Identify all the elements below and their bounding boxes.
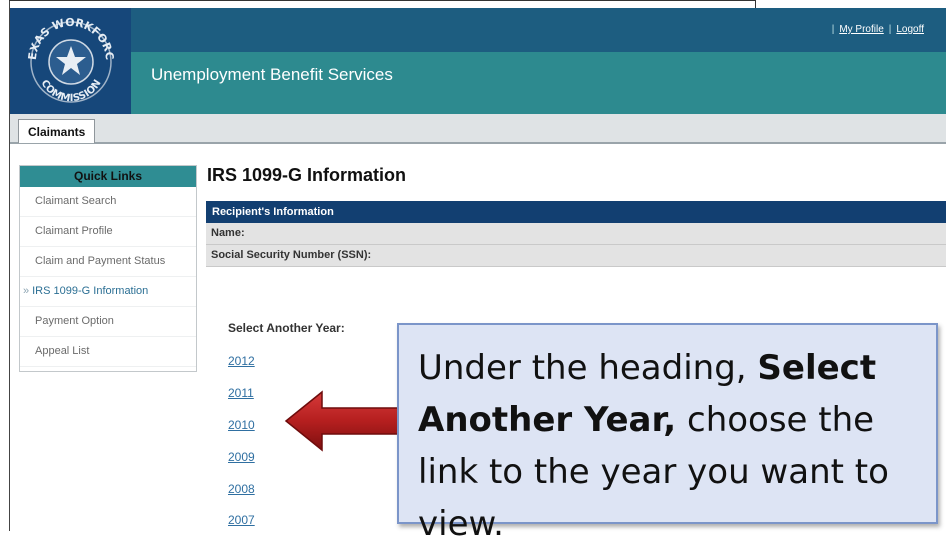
site-header: TEXAS WORKFORCE COMMISSION Unemployment … — [6, 0, 946, 114]
frame-divider — [755, 0, 756, 8]
year-link-2008[interactable]: 2008 — [228, 482, 255, 496]
frame-top-border — [9, 0, 755, 1]
tab-bar: Claimants — [10, 114, 946, 144]
recipient-ssn-row: Social Security Number (SSN): — [206, 245, 946, 267]
instruction-callout: Under the heading, Select Another Year, … — [397, 323, 938, 544]
quick-link-appeal-list[interactable]: Appeal List — [20, 337, 196, 367]
separator: | — [888, 24, 892, 35]
page-title: IRS 1099-G Information — [207, 165, 407, 185]
recipient-info-table: Recipient's Information Name: Social Sec… — [206, 201, 946, 267]
year-link-2007[interactable]: 2007 — [228, 513, 255, 527]
left-arrow-icon — [284, 390, 401, 452]
callout-text-part: Under the heading, — [418, 348, 758, 388]
year-link-2011[interactable]: 2011 — [228, 386, 254, 400]
quick-link-claimant-profile[interactable]: Claimant Profile — [20, 217, 196, 247]
seal-icon: TEXAS WORKFORCE COMMISSION — [6, 0, 116, 104]
logoff-link[interactable]: Logoff — [896, 24, 924, 35]
quick-link-payment-option[interactable]: Payment Option — [20, 307, 196, 337]
header-top-strip — [10, 8, 946, 52]
separator: | — [831, 24, 835, 35]
quick-links-title: Quick Links — [20, 166, 196, 187]
quick-link-irs-1099g[interactable]: » IRS 1099-G Information — [20, 277, 196, 307]
year-link-2010[interactable]: 2010 — [228, 418, 255, 432]
chevron-right-icon: » — [23, 285, 30, 297]
tab-claimants[interactable]: Claimants — [18, 119, 96, 143]
header-links: | My Profile | Logoff — [827, 24, 924, 35]
twc-logo[interactable]: TEXAS WORKFORCE COMMISSION — [6, 0, 131, 114]
quick-link-claimant-search[interactable]: Claimant Search — [20, 187, 196, 217]
recipient-info-header: Recipient's Information — [206, 201, 946, 223]
year-link-2009[interactable]: 2009 — [228, 450, 255, 464]
recipient-name-row: Name: — [206, 223, 946, 245]
app-title: Unemployment Benefit Services — [151, 65, 393, 84]
quick-link-claim-payment-status[interactable]: Claim and Payment Status — [20, 247, 196, 277]
callout-text: Under the heading, Select Another Year, … — [418, 342, 938, 550]
select-year-label: Select Another Year: — [228, 321, 345, 335]
my-profile-link[interactable]: My Profile — [839, 24, 883, 35]
quick-links-panel: Quick Links Claimant Search Claimant Pro… — [19, 165, 197, 372]
quick-link-label: IRS 1099-G Information — [32, 285, 149, 297]
year-link-2012[interactable]: 2012 — [228, 354, 255, 368]
